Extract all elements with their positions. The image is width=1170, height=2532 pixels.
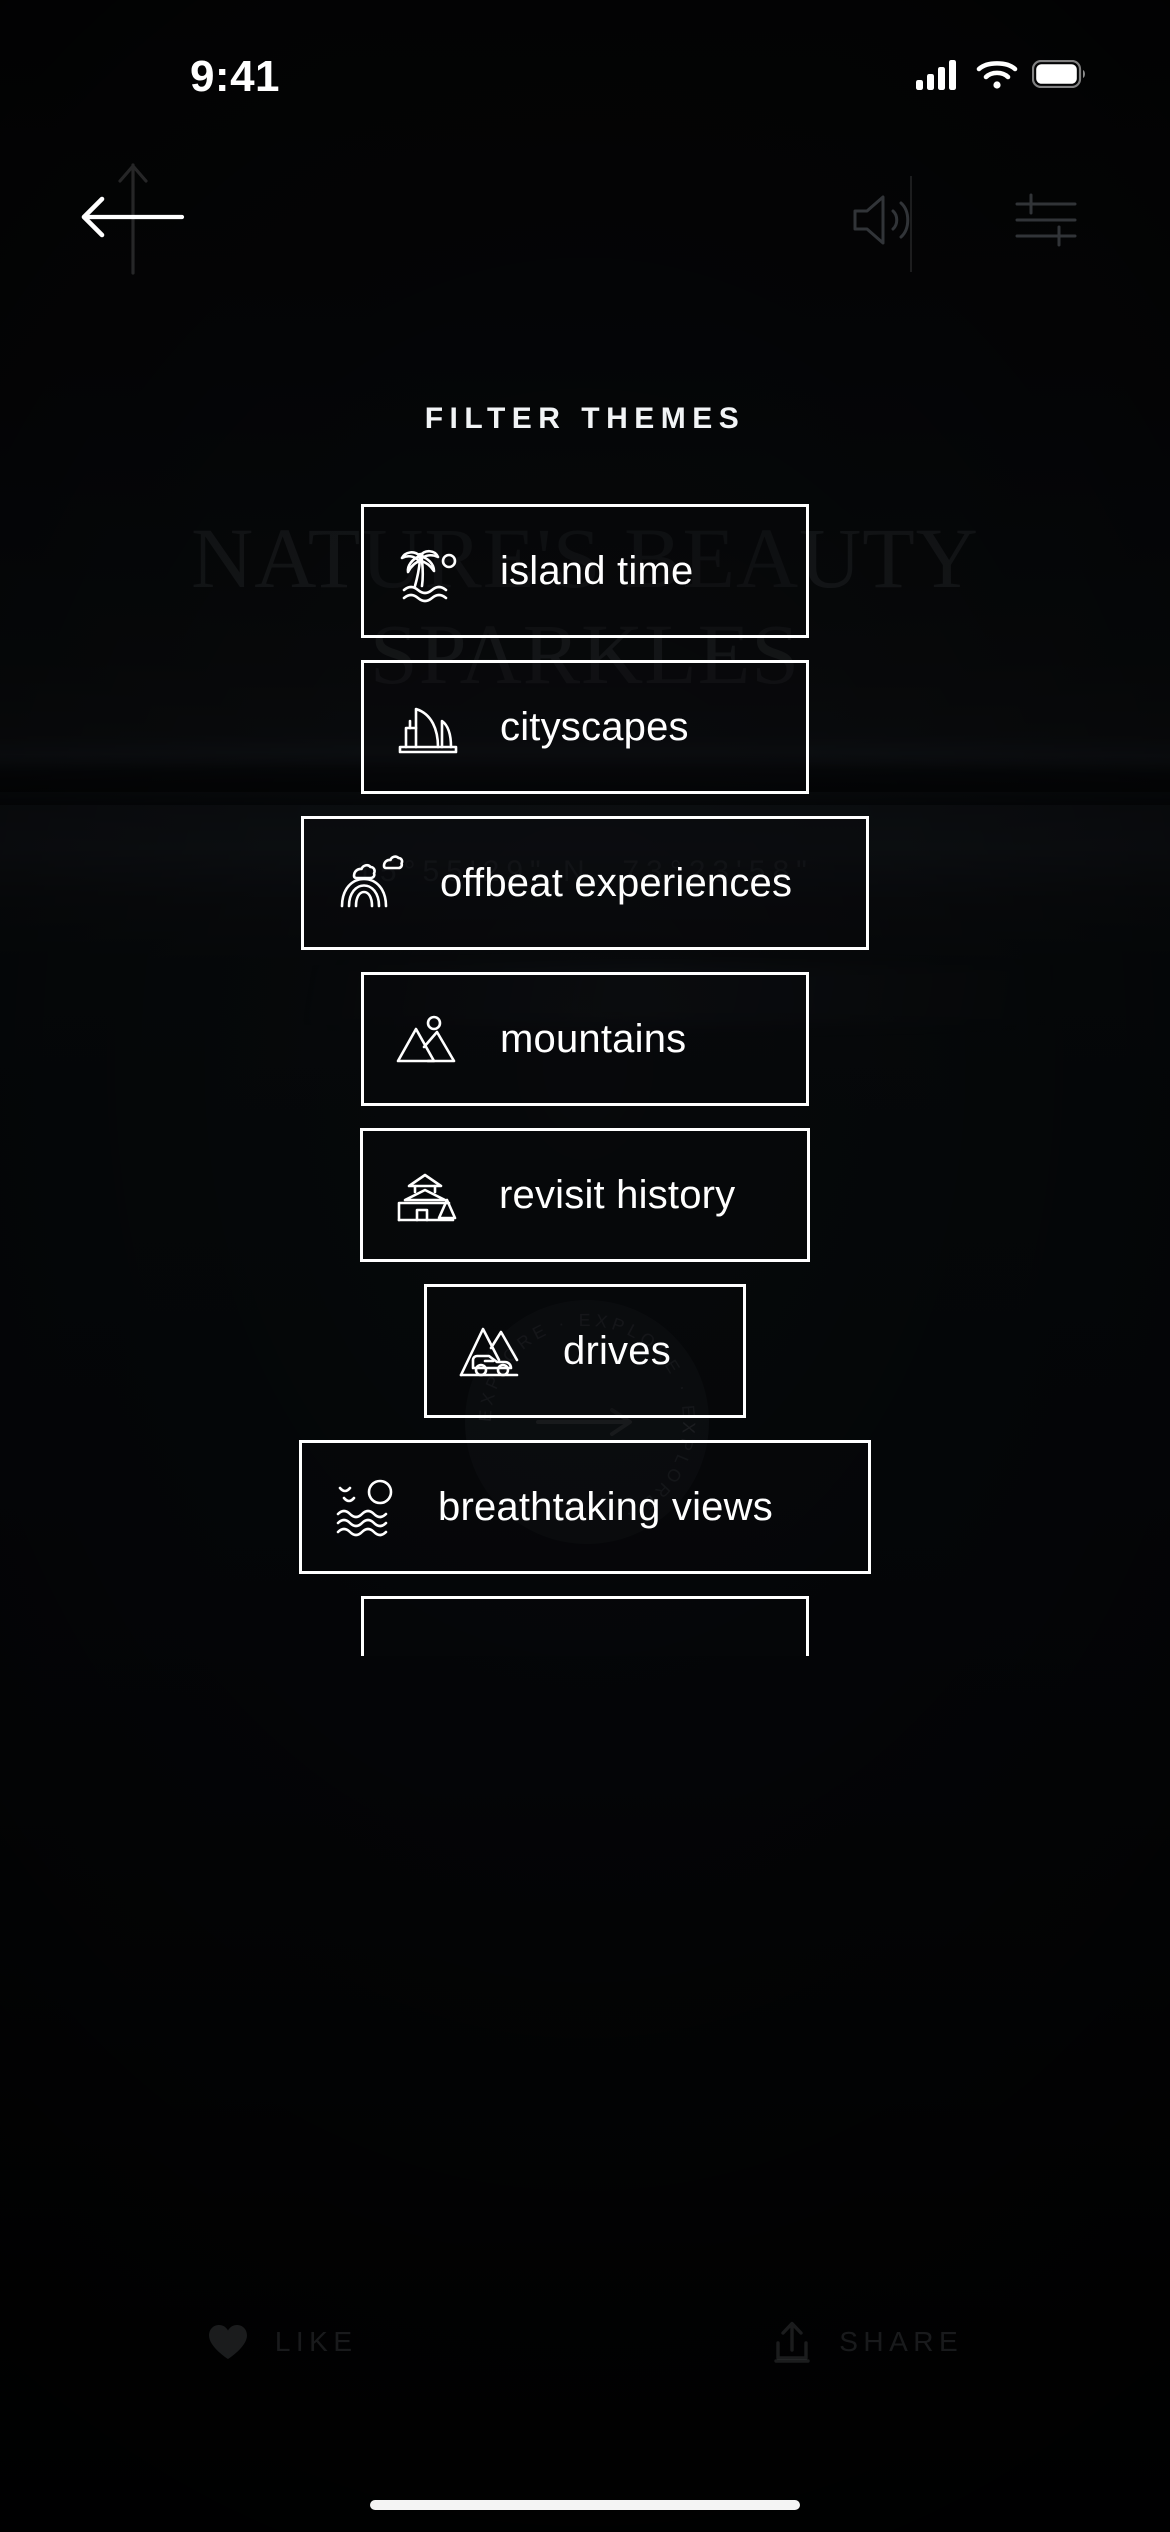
theme-chip-label: revisit history	[499, 1172, 736, 1217]
cellular-signal-icon	[916, 60, 956, 90]
home-indicator[interactable]	[370, 2500, 800, 2510]
battery-full-icon	[1032, 60, 1085, 88]
status-bar-indicators	[916, 58, 1086, 90]
sliders-filter-icon	[1015, 193, 1077, 247]
theme-chip-drives[interactable]: drives	[424, 1284, 746, 1418]
theme-chip-label: drives	[563, 1328, 671, 1373]
status-bar-clock: 9:41	[189, 52, 281, 101]
back-arrow-icon	[81, 163, 185, 275]
theme-chip-revisit-history[interactable]: revisit history	[360, 1128, 810, 1262]
wifi-icon	[976, 61, 1018, 89]
filter-themes-sheet: FILTER THEMES island time cityscapes off…	[0, 330, 1170, 2532]
theme-chip-label: offbeat experiences	[440, 860, 793, 905]
car-mountain-icon	[455, 1314, 529, 1388]
theme-chip-list: island time cityscapes offbeat experienc…	[0, 504, 1170, 1656]
top-nav-actions	[820, 164, 1108, 276]
filter-sliders-button[interactable]	[984, 164, 1108, 276]
theme-chip-label: cityscapes	[500, 704, 689, 749]
theme-chip-mountains[interactable]: mountains	[361, 972, 809, 1106]
theme-chip-island-time[interactable]: island time	[361, 504, 809, 638]
back-button[interactable]	[78, 160, 188, 275]
status-bar: 9:41	[0, 0, 1170, 140]
pagoda-icon	[391, 1158, 465, 1232]
sheet-title: FILTER THEMES	[424, 402, 746, 435]
theme-chip-label: island time	[500, 548, 694, 593]
volume-button[interactable]	[820, 164, 944, 276]
skyline-icon	[392, 690, 466, 764]
rainbow-icon	[332, 846, 406, 920]
speaker-volume-icon	[853, 195, 910, 245]
mountains-icon	[392, 1002, 466, 1076]
theme-chip-offbeat-experiences[interactable]: offbeat experiences	[301, 816, 869, 950]
theme-chip-label: breathtaking views	[438, 1484, 773, 1529]
theme-chip-breathtaking-views[interactable]: breathtaking views	[299, 1440, 871, 1574]
palm-tree-icon	[392, 534, 466, 608]
nav-divider	[910, 176, 912, 272]
top-nav-bar	[0, 160, 1170, 280]
theme-chip-partial[interactable]	[361, 1596, 809, 1656]
sea-sun-icon	[330, 1470, 404, 1544]
theme-chip-label: mountains	[500, 1016, 687, 1061]
theme-chip-cityscapes[interactable]: cityscapes	[361, 660, 809, 794]
